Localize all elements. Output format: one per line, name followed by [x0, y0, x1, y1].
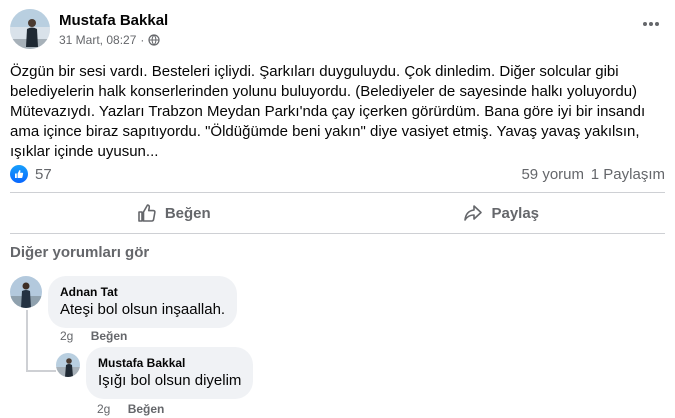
reply-text: Işığı bol olsun diyelim	[98, 372, 242, 389]
reactions-row: 57 59 yorum 1 Paylaşım	[10, 164, 665, 186]
reply-author[interactable]: Mustafa Bakkal	[98, 355, 241, 371]
share-button[interactable]: Paylaş	[338, 194, 666, 232]
reply-bubble: Mustafa Bakkal Işığı bol olsun diyelim	[86, 347, 254, 399]
comment-avatar[interactable]	[10, 276, 42, 308]
share-count[interactable]: 1 Paylaşım	[591, 166, 665, 183]
like-button-label: Beğen	[164, 204, 211, 222]
more-horizontal-icon[interactable]	[639, 12, 663, 36]
reply-like-link[interactable]: Beğen	[128, 402, 165, 416]
reply-time[interactable]: 2g	[97, 402, 110, 416]
post-meta: 31 Mart, 08:27 ·	[59, 33, 160, 47]
divider	[10, 192, 665, 193]
post-header: Mustafa Bakkal 31 Mart, 08:27 ·	[10, 8, 665, 52]
post-card: Mustafa Bakkal 31 Mart, 08:27 · Özgün bi…	[0, 0, 675, 418]
comment-count[interactable]: 59 yorum	[521, 166, 584, 183]
reply-thread-line	[26, 370, 56, 372]
comment-text: Ateşi bol olsun inşaallah.	[60, 301, 226, 318]
share-button-label: Paylaş	[491, 204, 540, 222]
like-button[interactable]: Beğen	[10, 194, 338, 232]
post-text: Özgün bir sesi vardı. Besteleri içliydi.…	[10, 63, 646, 160]
comment-like-link[interactable]: Beğen	[91, 329, 128, 343]
comment-author[interactable]: Adnan Tat	[60, 284, 225, 300]
reply-actions: 2g Beğen	[97, 402, 164, 416]
action-bar: Beğen Paylaş	[10, 194, 665, 232]
meta-separator: ·	[140, 33, 145, 47]
comment-actions: 2g Beğen	[60, 329, 127, 343]
divider	[10, 233, 665, 234]
share-arrow-icon	[464, 205, 483, 221]
comment-time[interactable]: 2g	[60, 329, 73, 343]
thumbs-up-icon	[138, 204, 156, 222]
like-reaction-icon[interactable]	[10, 165, 28, 183]
reply-thread-line	[26, 310, 28, 372]
globe-icon	[148, 34, 160, 46]
view-more-comments-link[interactable]: Diğer yorumları gör	[10, 244, 149, 261]
author-avatar[interactable]	[10, 9, 50, 49]
post-date[interactable]: 31 Mart, 08:27	[59, 33, 136, 47]
reaction-count[interactable]: 57	[35, 166, 52, 183]
post-author-name[interactable]: Mustafa Bakkal	[59, 12, 168, 29]
comment-bubble: Adnan Tat Ateşi bol olsun inşaallah.	[48, 276, 238, 328]
reply-avatar[interactable]	[56, 353, 80, 377]
